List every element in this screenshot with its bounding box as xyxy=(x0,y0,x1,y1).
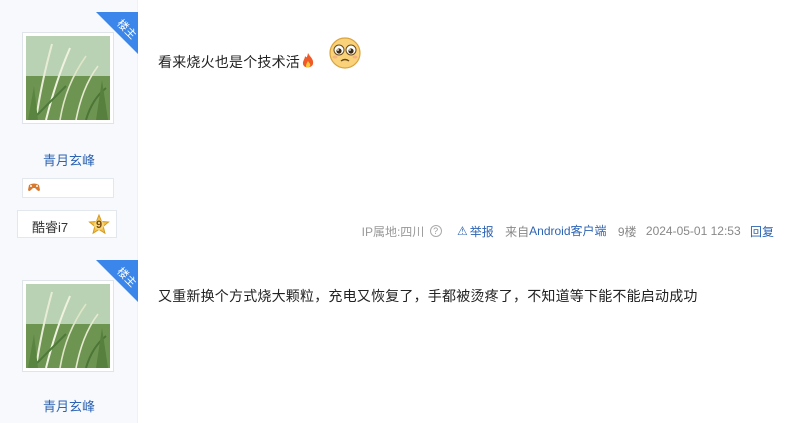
post-content-area: 又重新换个方式烧大颗粒，充电又恢复了，手都被烫疼了，不知道等下能不能启动成功 xyxy=(138,258,800,423)
user-name-link[interactable]: 青月玄峰 xyxy=(0,396,138,415)
ip-location: IP属地:四川 xyxy=(361,224,425,239)
post-meta-row: IP属地:四川 ? ⚠ 举报 来自Android客户端 9楼 2024-05-01… xyxy=(362,222,774,240)
report-button[interactable]: ⚠ 举报 xyxy=(457,223,494,240)
user-mood-box xyxy=(22,178,114,198)
owner-ribbon: 楼主 xyxy=(96,260,140,304)
fire-icon xyxy=(301,53,315,69)
post-floor-10: 青月玄峰 楼主 又重新换个方式烧大颗粒，充电又恢复了，手都被烫疼了，不知道等下能… xyxy=(0,258,800,423)
post-floor-9: 青月玄峰 酷睿i7 9 楼主 看来烧火也是个技术活 IP属地:四川 ? ⚠ 举报… xyxy=(0,0,800,258)
user-level-box[interactable]: 酷睿i7 9 xyxy=(17,210,117,238)
post-timestamp: 2024-05-01 12:53 xyxy=(645,224,741,239)
floor-number: 9楼 xyxy=(617,224,637,239)
post-content-area: 看来烧火也是个技术活 IP属地:四川 ? ⚠ 举报 来自Android客户端 9… xyxy=(138,0,800,258)
report-label: 举报 xyxy=(469,224,494,239)
post-text-body: 看来烧火也是个技术活 xyxy=(158,54,300,70)
owner-ribbon: 楼主 xyxy=(96,12,140,56)
gamepad-icon xyxy=(27,181,41,196)
reply-button[interactable]: 回复 xyxy=(750,223,774,240)
question-circle-icon[interactable]: ? xyxy=(429,225,442,238)
user-name-link[interactable]: 青月玄峰 xyxy=(0,150,138,169)
warning-triangle-icon: ⚠ xyxy=(457,224,468,239)
post-source: 来自Android客户端 xyxy=(505,222,606,240)
source-client-link[interactable]: Android客户端 xyxy=(529,224,606,238)
post-text: 又重新换个方式烧大颗粒，充电又恢复了，手都被烫疼了，不知道等下能不能启动成功 xyxy=(158,288,698,304)
teary-face-emoji-icon xyxy=(328,36,362,70)
source-prefix: 来自 xyxy=(505,225,530,240)
post-text: 看来烧火也是个技术活 xyxy=(158,52,315,72)
level-name: 酷睿i7 xyxy=(32,220,69,235)
level-number: 9 xyxy=(95,219,103,231)
